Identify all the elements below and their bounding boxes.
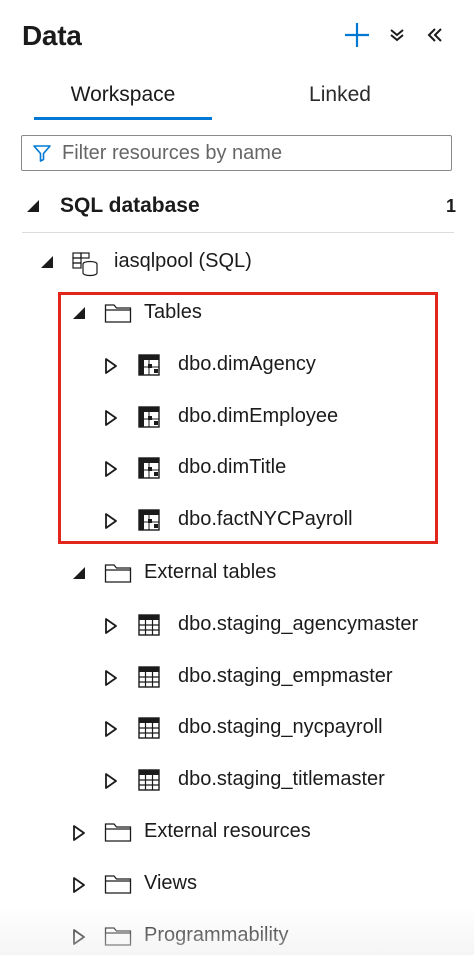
table-row-staging-empmaster[interactable]: dbo.staging_empmaster <box>0 653 474 703</box>
tree-item-label: dbo.dimAgency <box>178 353 316 375</box>
caret-expanded-icon <box>27 200 39 212</box>
caret-expanded-icon <box>41 256 53 268</box>
expand-all-button[interactable] <box>380 18 414 52</box>
folder-icon <box>104 875 132 894</box>
table-icon <box>138 354 160 376</box>
section-label: SQL database <box>60 194 200 217</box>
tree-item-label: dbo.staging_nycpayroll <box>178 716 383 738</box>
tree-item-pool[interactable]: iasqlpool (SQL) <box>0 238 474 288</box>
section-count: 1 <box>446 196 457 216</box>
table-row-dim-title[interactable]: dbo.dimTitle <box>0 444 474 494</box>
table-row-dim-agency[interactable]: dbo.dimAgency <box>0 341 474 391</box>
table-row-fact-nyc-payroll[interactable]: dbo.factNYCPayroll <box>0 496 474 546</box>
tab-workspace[interactable]: Workspace <box>34 70 212 120</box>
caret-expanded-icon <box>73 307 85 319</box>
tab-linked[interactable]: Linked <box>250 70 430 120</box>
folder-icon <box>104 564 132 583</box>
tree-item-views-folder[interactable]: Views <box>0 860 474 910</box>
filter-input[interactable] <box>62 138 451 168</box>
tree-item-label: iasqlpool (SQL) <box>114 250 252 272</box>
folder-icon <box>104 304 132 323</box>
active-tab-indicator <box>34 117 212 120</box>
table-icon <box>138 406 160 428</box>
tree-item-label: dbo.staging_titlemaster <box>178 768 385 790</box>
tree-item-label: dbo.staging_agencymaster <box>178 613 419 635</box>
tree-item-external-resources-folder[interactable]: External resources <box>0 808 474 858</box>
folder-icon <box>104 927 132 946</box>
section-divider <box>22 232 454 233</box>
caret-expanded-icon <box>73 567 85 579</box>
filter-box <box>21 135 452 171</box>
tree-item-label: dbo.dimTitle <box>178 456 287 478</box>
tree-item-label: External resources <box>144 820 311 842</box>
caret-collapsed-icon <box>105 721 117 737</box>
collapse-panel-button[interactable] <box>418 18 452 52</box>
caret-collapsed-icon <box>73 877 85 893</box>
tree-item-label: Tables <box>144 301 202 323</box>
plus-icon <box>345 23 369 47</box>
section-sql-database[interactable]: SQL database 1 <box>0 184 474 232</box>
table-row-staging-titlemaster[interactable]: dbo.staging_titlemaster <box>0 756 474 806</box>
external-table-icon <box>138 614 160 636</box>
tree-item-label: dbo.dimEmployee <box>178 405 339 427</box>
caret-collapsed-icon <box>73 825 85 841</box>
folder-icon <box>104 823 132 842</box>
external-table-icon <box>138 769 160 791</box>
tab-bar: Workspace Linked <box>0 70 474 122</box>
tree-item-label: External tables <box>144 561 277 583</box>
table-icon <box>138 509 160 531</box>
tree-item-label: Views <box>144 872 197 894</box>
tree-item-external-tables-folder[interactable]: External tables <box>0 549 474 599</box>
table-row-dim-employee[interactable]: dbo.dimEmployee <box>0 393 474 443</box>
external-table-icon <box>138 717 160 739</box>
tree-item-label: dbo.staging_empmaster <box>178 665 393 687</box>
caret-collapsed-icon <box>105 670 117 686</box>
table-row-staging-agencymaster[interactable]: dbo.staging_agencymaster <box>0 601 474 651</box>
tree-item-label: dbo.factNYCPayroll <box>178 508 353 530</box>
sql-pool-icon <box>72 252 98 277</box>
add-resource-button[interactable] <box>340 18 374 52</box>
caret-collapsed-icon <box>105 358 117 374</box>
caret-collapsed-icon <box>105 618 117 634</box>
caret-collapsed-icon <box>73 929 85 945</box>
double-chevron-down-icon <box>390 29 404 42</box>
caret-collapsed-icon <box>105 513 117 529</box>
caret-collapsed-icon <box>105 773 117 789</box>
double-chevron-left-icon <box>427 28 442 42</box>
tree-item-label: Programmability <box>144 924 289 946</box>
filter-icon <box>22 136 62 170</box>
table-icon <box>138 457 160 479</box>
panel-title: Data <box>22 20 82 51</box>
caret-collapsed-icon <box>105 410 117 426</box>
external-table-icon <box>138 666 160 688</box>
caret-collapsed-icon <box>105 461 117 477</box>
panel-header: Data <box>0 0 474 70</box>
tree-item-tables-folder[interactable]: Tables <box>0 289 474 339</box>
table-row-staging-nycpayroll[interactable]: dbo.staging_nycpayroll <box>0 704 474 754</box>
